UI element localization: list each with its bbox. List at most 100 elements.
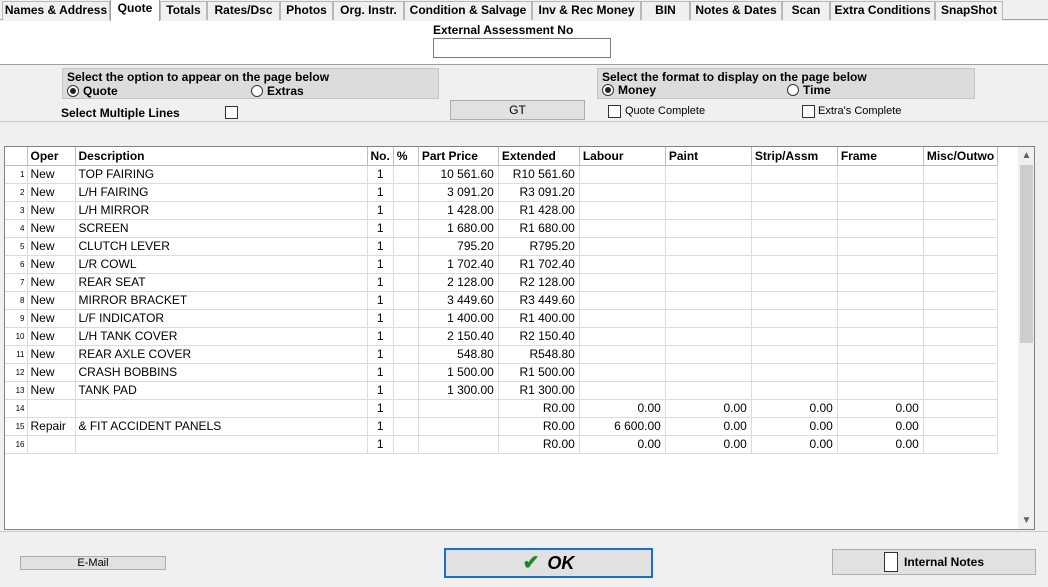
table-cell[interactable]: New [27,381,76,400]
table-cell[interactable]: REAR AXLE COVER [75,345,368,364]
table-cell[interactable] [751,255,838,274]
table-cell[interactable] [923,237,999,256]
table-cell[interactable] [579,363,666,382]
table-cell[interactable]: 1 [367,363,394,382]
table-cell[interactable]: 1 [367,237,394,256]
table-cell[interactable]: 2 150.40 [418,327,499,346]
table-cell[interactable]: R795.20 [498,237,580,256]
table-cell[interactable]: 0.00 [579,435,666,454]
table-cell[interactable]: TANK PAD [75,381,368,400]
table-cell[interactable]: 1 300.00 [418,381,499,400]
table-cell[interactable] [579,165,666,184]
table-cell[interactable]: 1 [367,381,394,400]
table-cell[interactable]: L/F INDICATOR [75,309,368,328]
table-cell[interactable]: New [27,273,76,292]
table-cell[interactable] [579,201,666,220]
table-cell[interactable]: 1 [367,255,394,274]
table-cell[interactable] [665,345,752,364]
table-cell[interactable]: L/R COWL [75,255,368,274]
table-cell[interactable] [923,435,999,454]
table-cell[interactable] [665,291,752,310]
table-cell[interactable] [665,363,752,382]
table-cell[interactable]: R1 300.00 [498,381,580,400]
tab-snapshot[interactable]: SnapShot [935,1,1003,20]
table-cell[interactable]: 1 [367,345,394,364]
tab-condition-salvage[interactable]: Condition & Salvage [404,1,532,20]
table-cell[interactable]: 6 600.00 [579,417,666,436]
table-cell[interactable]: TOP FAIRING [75,165,368,184]
table-cell[interactable] [665,255,752,274]
table-cell[interactable]: 1 [367,165,394,184]
table-cell[interactable]: 0.00 [837,399,924,418]
table-cell[interactable] [579,345,666,364]
quote-grid[interactable]: Oper Description No.% Part Price Extended Lab… [4,146,1035,530]
table-cell[interactable] [393,237,419,256]
table-cell[interactable] [393,345,419,364]
table-cell[interactable] [579,219,666,238]
table-cell[interactable]: 1 [367,327,394,346]
table-cell[interactable] [665,327,752,346]
table-cell[interactable] [579,327,666,346]
table-cell[interactable] [837,201,924,220]
multi-lines-checkbox[interactable] [225,106,238,119]
table-cell[interactable]: & FIT ACCIDENT PANELS [75,417,368,436]
table-row[interactable]: 9 New L/F INDICATOR 1 1 400.00 R1 400.00 [5,309,999,328]
ok-button[interactable]: ✔ OK [444,548,653,578]
table-row[interactable]: 3 New L/H MIRROR 1 1 428.00 R1 428.00 [5,201,999,220]
table-cell[interactable] [837,183,924,202]
table-cell[interactable] [418,417,499,436]
table-row[interactable]: 4 New SCREEN 1 1 680.00 R1 680.00 [5,219,999,238]
table-cell[interactable]: 1 [367,309,394,328]
quote-complete-checkbox[interactable] [608,105,621,118]
table-cell[interactable]: R1 680.00 [498,219,580,238]
table-cell[interactable]: SCREEN [75,219,368,238]
table-cell[interactable]: R1 702.40 [498,255,580,274]
table-row[interactable]: 8 New MIRROR BRACKET 1 3 449.60 R3 449.60 [5,291,999,310]
table-cell[interactable] [579,237,666,256]
table-cell[interactable] [579,255,666,274]
table-cell[interactable] [923,417,999,436]
table-cell[interactable] [751,381,838,400]
table-cell[interactable] [393,363,419,382]
table-cell[interactable] [579,273,666,292]
table-cell[interactable] [665,309,752,328]
column-header[interactable]: Paint [665,147,752,166]
table-cell[interactable] [665,219,752,238]
tab-quote[interactable]: Quote [110,0,160,21]
table-cell[interactable] [27,399,76,418]
radio-extras[interactable]: Extras [251,84,304,98]
table-cell[interactable] [393,435,419,454]
table-row[interactable]: 5 New CLUTCH LEVER 1 795.20 R795.20 [5,237,999,256]
table-cell[interactable] [837,219,924,238]
table-cell[interactable]: 3 091.20 [418,183,499,202]
column-header[interactable] [5,147,28,166]
tab-totals[interactable]: Totals [160,1,207,20]
table-cell[interactable]: 1 680.00 [418,219,499,238]
table-cell[interactable] [665,237,752,256]
column-header[interactable]: No. [367,147,394,166]
table-cell[interactable] [75,435,368,454]
table-cell[interactable]: 0.00 [751,417,838,436]
table-cell[interactable]: New [27,183,76,202]
tab-photos[interactable]: Photos [280,1,333,20]
table-cell[interactable] [923,165,999,184]
tab-inv-rec-money[interactable]: Inv & Rec Money [532,1,641,20]
table-cell[interactable] [665,381,752,400]
table-row[interactable]: 2 New L/H FAIRING 1 3 091.20 R3 091.20 [5,183,999,202]
table-cell[interactable] [393,381,419,400]
column-header[interactable]: Extended [498,147,580,166]
tab-org-instr[interactable]: Org. Instr. [333,1,404,20]
extras-complete-checkbox[interactable] [802,105,815,118]
table-cell[interactable] [393,201,419,220]
table-cell[interactable]: 0.00 [751,435,838,454]
scroll-up-icon[interactable]: ▲ [1018,147,1034,164]
table-cell[interactable] [923,255,999,274]
table-cell[interactable]: 0.00 [665,399,752,418]
radio-quote[interactable]: Quote [67,84,118,98]
table-cell[interactable] [665,201,752,220]
table-cell[interactable]: 795.20 [418,237,499,256]
internal-notes-button[interactable]: Internal Notes [832,549,1036,575]
table-cell[interactable]: 1 500.00 [418,363,499,382]
table-cell[interactable] [837,273,924,292]
table-cell[interactable]: 0.00 [665,417,752,436]
